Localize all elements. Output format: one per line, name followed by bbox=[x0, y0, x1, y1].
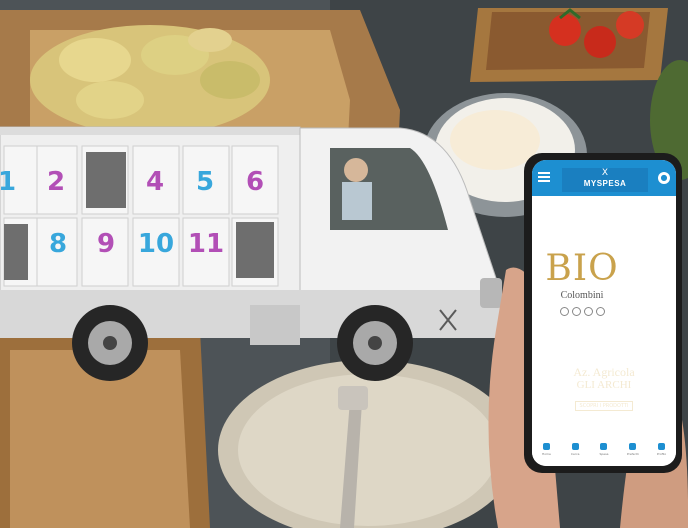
locker-number-8: 8 bbox=[49, 229, 67, 259]
tomato-box bbox=[470, 8, 668, 82]
locker-number-1: 1 bbox=[0, 167, 16, 197]
shop-icon bbox=[600, 442, 608, 450]
nav-label: Home bbox=[541, 451, 551, 456]
bio-icon bbox=[559, 307, 569, 316]
promo-scene: 1 2 4 5 6 8 9 10 11 X MYSPESA ● BIO Colo… bbox=[0, 0, 688, 528]
agricola-cta[interactable]: SCOPRI I PRODOTTI bbox=[574, 401, 634, 411]
heart-icon bbox=[629, 442, 637, 450]
locker-number-4: 4 bbox=[146, 167, 164, 197]
bio-subtitle: Colombini bbox=[560, 290, 604, 301]
menu-icon[interactable] bbox=[538, 172, 550, 182]
bio-colombini-card[interactable]: BIO Colombini bbox=[540, 240, 624, 336]
nav-favorites[interactable]: Preferiti bbox=[625, 442, 641, 456]
locker-number-10: 10 bbox=[138, 229, 174, 259]
user-icon bbox=[658, 442, 666, 450]
nav-label: Cerca bbox=[570, 451, 580, 456]
app-brand: X MYSPESA bbox=[562, 168, 648, 192]
nav-label: Profilo bbox=[656, 451, 667, 456]
bio-icon bbox=[583, 307, 593, 316]
nav-shop[interactable]: Spesa bbox=[596, 442, 612, 456]
bio-icon bbox=[571, 307, 581, 316]
search-icon bbox=[571, 442, 579, 450]
nav-search[interactable]: Cerca bbox=[567, 442, 583, 456]
brand-name: MYSPESA bbox=[583, 179, 627, 188]
nav-label: Preferiti bbox=[626, 451, 639, 456]
nav-profile[interactable]: Profilo bbox=[654, 442, 670, 456]
bio-title: BIO bbox=[545, 248, 619, 289]
agricola-card[interactable]: Az. Agricola GLI ARCHI SCOPRI I PRODOTTI bbox=[532, 356, 676, 426]
locker-number-6: 6 bbox=[246, 167, 264, 197]
agricola-title: Az. Agricola bbox=[573, 365, 635, 379]
nav-home[interactable]: Home bbox=[538, 442, 554, 456]
app-header: X MYSPESA ● bbox=[532, 160, 676, 196]
bio-icon bbox=[595, 307, 605, 316]
bio-icons bbox=[540, 307, 624, 316]
agricola-subtitle: GLI ARCHI bbox=[576, 379, 632, 391]
home-icon bbox=[542, 442, 550, 450]
locker-number-11: 11 bbox=[188, 229, 224, 259]
nav-label: Spesa bbox=[599, 451, 609, 456]
cart-icon[interactable]: ● bbox=[658, 172, 670, 184]
phone-screen: X MYSPESA ● BIO Colombini Az. Agricola G… bbox=[532, 160, 676, 466]
locker-number-5: 5 bbox=[196, 167, 214, 197]
bottom-nav: Home Cerca Spesa Preferiti Profilo bbox=[532, 432, 676, 466]
locker-number-2: 2 bbox=[47, 167, 65, 197]
locker-number-9: 9 bbox=[97, 229, 115, 259]
brand-mark: X bbox=[601, 168, 609, 178]
